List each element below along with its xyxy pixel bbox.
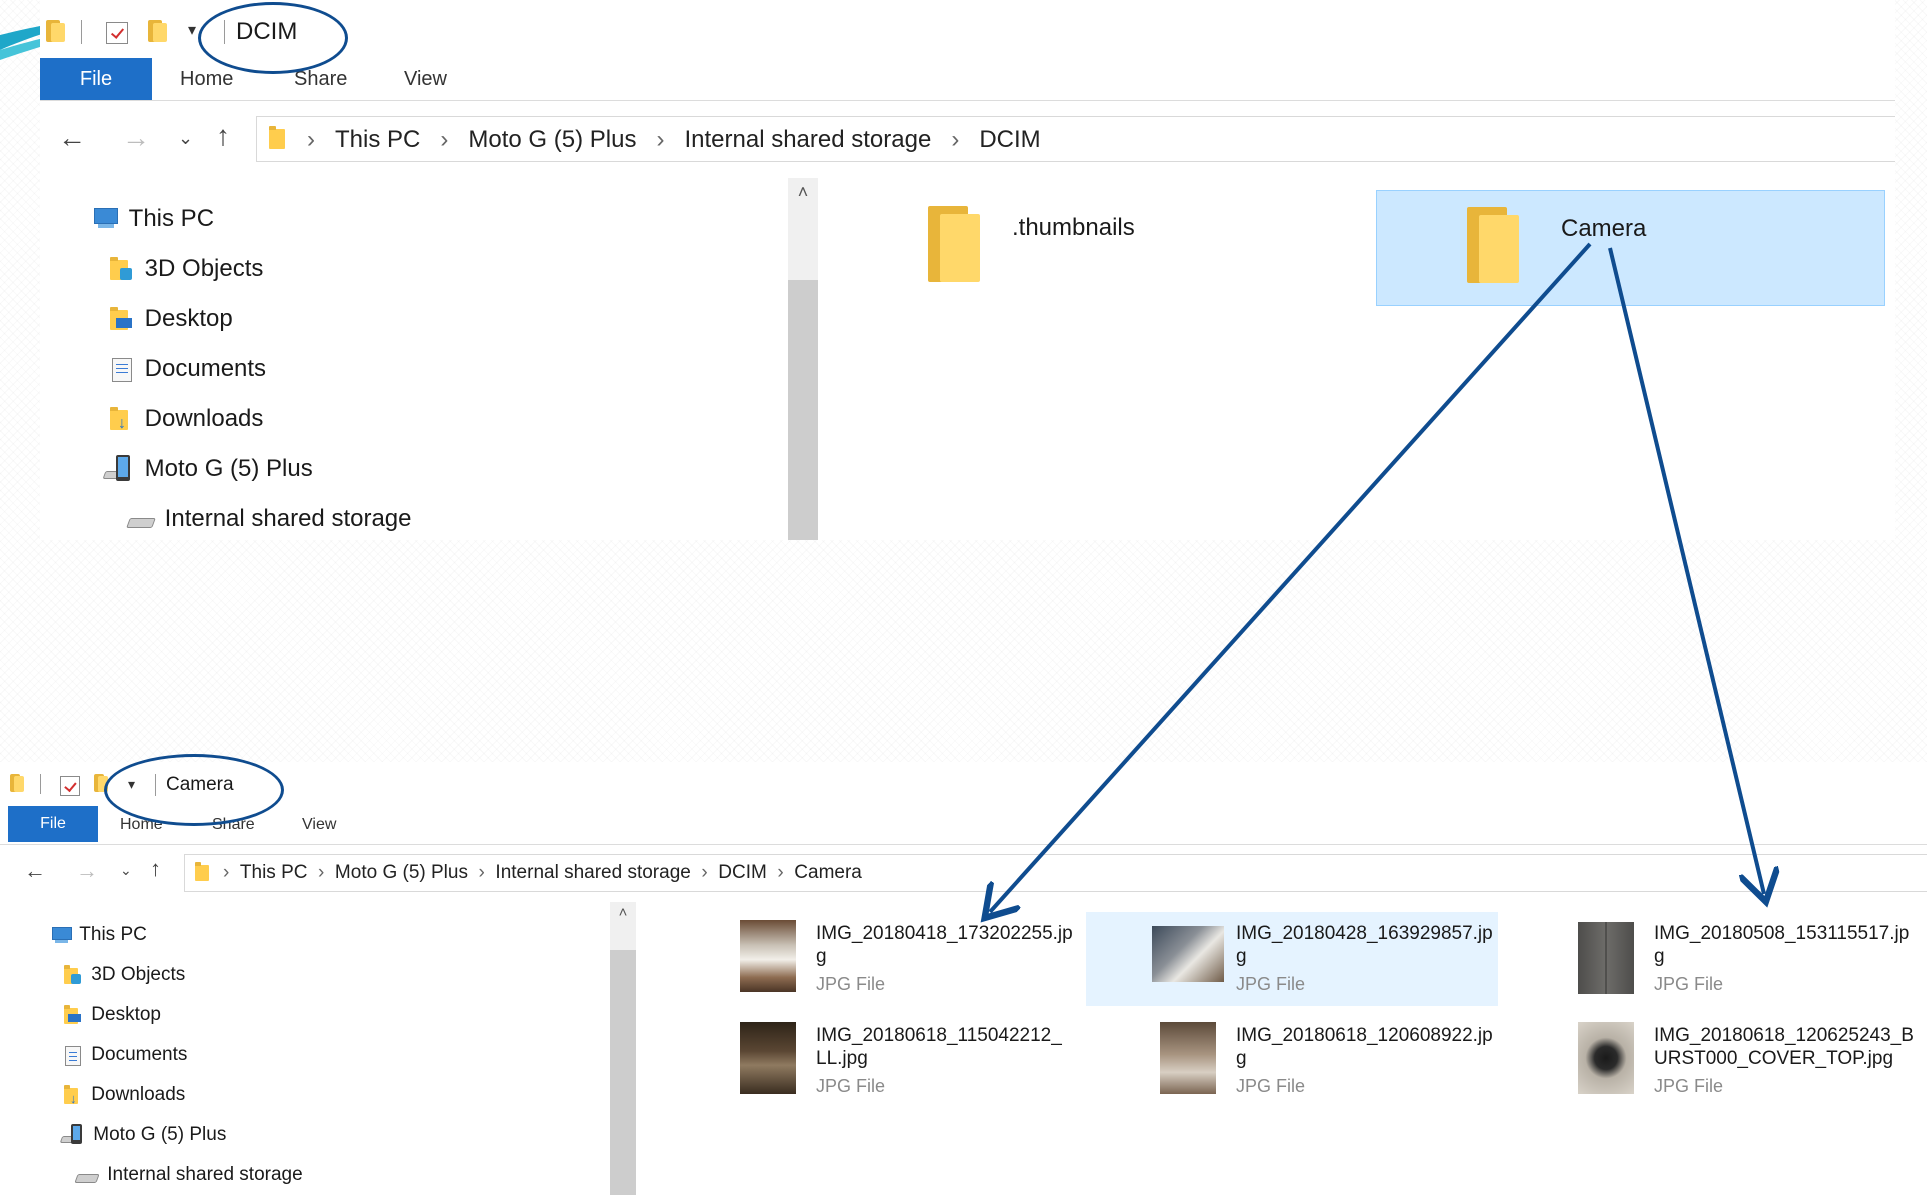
annotation-arrows [0, 242, 1927, 1195]
arrow-to-third-image [1608, 247, 1764, 894]
arrow-to-first-image [990, 242, 1592, 912]
